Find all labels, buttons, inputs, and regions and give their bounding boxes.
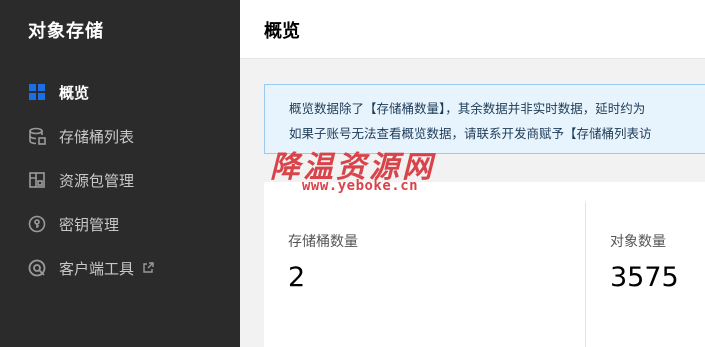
key-icon <box>28 215 46 233</box>
stat-label: 存储桶数量 <box>288 234 358 250</box>
sidebar-item-label: 客户端工具 <box>59 259 135 278</box>
stat-value: 2 <box>288 262 306 293</box>
external-link-icon <box>142 262 154 274</box>
sidebar-nav: 概览 存储桶列表 资源包管理 密钥管理 客户端工具 <box>0 70 240 290</box>
notice-line-2: 如果子账号无法查看概览数据，请联系开发商赋予【存储桶列表访 <box>289 126 652 141</box>
page-title: 概览 <box>264 21 300 42</box>
page-header: 概览 <box>240 0 705 59</box>
stat-bucket-count: 存储桶数量 2 <box>264 202 586 347</box>
notice-line-1: 概览数据除了【存储桶数量】，其余数据并非实时数据，延时约为 <box>289 101 646 116</box>
sidebar-item-label: 密钥管理 <box>59 215 120 234</box>
sidebar-item-label: 存储桶列表 <box>59 127 135 146</box>
sidebar-item-client-tools[interactable]: 客户端工具 <box>0 246 240 290</box>
sidebar-item-overview[interactable]: 概览 <box>0 70 240 114</box>
database-icon <box>28 127 46 145</box>
sidebar: 对象存储 概览 存储桶列表 资源包管理 密钥管理 客户端工具 <box>0 0 240 347</box>
notice-banner: 概览数据除了【存储桶数量】，其余数据并非实时数据，延时约为 如果子账号无法查看概… <box>264 84 705 154</box>
client-tool-icon <box>28 259 46 277</box>
sidebar-item-keys[interactable]: 密钥管理 <box>0 202 240 246</box>
grid-icon <box>28 83 46 101</box>
stat-value: 3575 <box>610 262 679 293</box>
sidebar-item-label: 资源包管理 <box>59 171 135 190</box>
sidebar-item-label: 概览 <box>59 83 90 102</box>
stat-object-count: 对象数量 3575 <box>587 182 705 347</box>
stats-panel: 存储桶数量 2 对象数量 3575 <box>264 182 705 347</box>
sidebar-item-packages[interactable]: 资源包管理 <box>0 158 240 202</box>
sidebar-item-buckets[interactable]: 存储桶列表 <box>0 114 240 158</box>
package-icon <box>28 171 46 189</box>
app-title: 对象存储 <box>28 21 104 42</box>
stat-label: 对象数量 <box>610 234 666 250</box>
